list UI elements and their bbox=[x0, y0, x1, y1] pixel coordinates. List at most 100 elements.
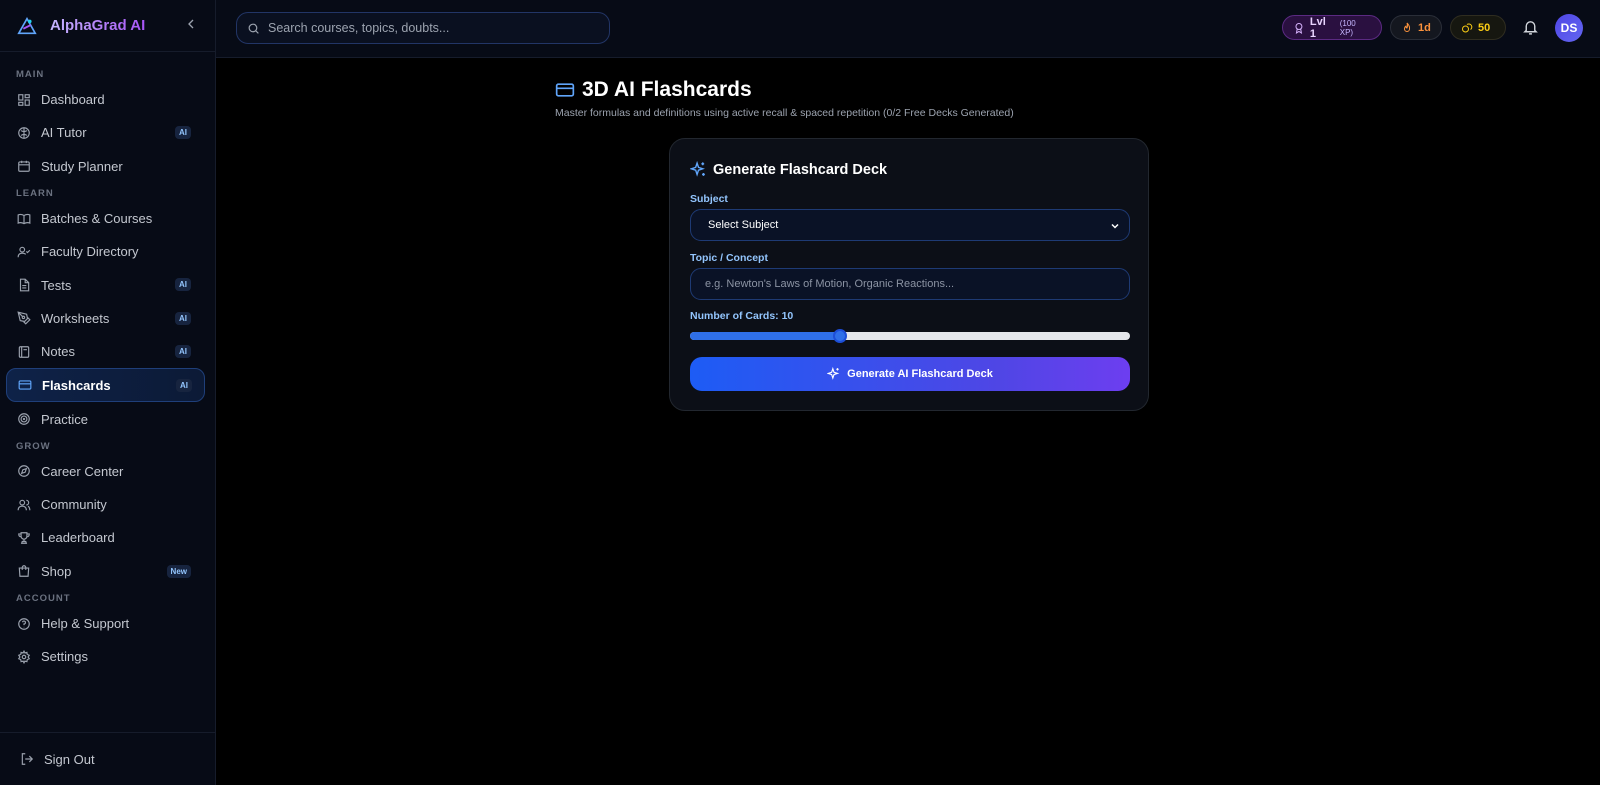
section-main: MAIN bbox=[16, 69, 45, 80]
sidebar-item-label: Notes bbox=[41, 344, 75, 360]
credit-card-icon bbox=[555, 83, 575, 97]
sidebar-item-dashboard[interactable]: Dashboard bbox=[0, 83, 208, 116]
generate-deck-card: Generate Flashcard Deck Subject Select S… bbox=[669, 138, 1149, 411]
generate-deck-button[interactable]: Generate AI Flashcard Deck bbox=[690, 357, 1130, 391]
new-badge: New bbox=[166, 564, 191, 578]
sidebar-item-faculty[interactable]: Faculty Directory bbox=[0, 235, 208, 268]
cards-count-label: Number of Cards: 10 bbox=[690, 310, 794, 322]
ai-badge: AI bbox=[175, 345, 191, 359]
sidebar-nav: MAIN Dashboard AI Tutor AI Study Planner… bbox=[0, 52, 215, 673]
brain-icon bbox=[18, 127, 30, 139]
sidebar-item-notes[interactable]: Notes AI bbox=[0, 335, 208, 368]
sidebar-item-ai-tutor[interactable]: AI Tutor AI bbox=[0, 116, 208, 149]
sidebar-item-help[interactable]: Help & Support bbox=[0, 607, 208, 640]
sidebar-item-label: Faculty Directory bbox=[41, 244, 139, 260]
sidebar-item-career[interactable]: Career Center bbox=[0, 455, 208, 488]
section-grow: GROW bbox=[16, 440, 51, 452]
award-icon bbox=[1295, 22, 1303, 34]
search-box[interactable] bbox=[236, 12, 610, 44]
sign-out-label: Sign Out bbox=[44, 751, 95, 767]
user-check-icon bbox=[17, 246, 31, 258]
sidebar-item-leaderboard[interactable]: Leaderboard bbox=[0, 521, 208, 554]
coins-label: 50 bbox=[1478, 21, 1491, 34]
sidebar-item-community[interactable]: Community bbox=[0, 488, 208, 521]
sidebar-item-study-planner[interactable]: Study Planner bbox=[0, 150, 208, 183]
level-badge[interactable]: Lvl 1 (100 XP) bbox=[1282, 15, 1382, 40]
search-input[interactable] bbox=[268, 21, 588, 35]
sidebar-item-label: Help & Support bbox=[41, 616, 130, 631]
sidebar-item-label: Worksheets bbox=[41, 310, 110, 326]
sidebar-item-worksheets[interactable]: Worksheets AI bbox=[0, 302, 208, 335]
sidebar-item-label: Practice bbox=[41, 411, 88, 427]
sidebar-item-practice[interactable]: Practice bbox=[0, 402, 208, 435]
topic-label: Topic / Concept bbox=[690, 252, 768, 264]
log-out-icon bbox=[21, 753, 34, 765]
sidebar-item-label: Community bbox=[41, 497, 107, 513]
page-title: 3D AI Flashcards bbox=[555, 78, 1014, 102]
section-account: ACCOUNT bbox=[16, 592, 71, 604]
credit-card-icon bbox=[18, 380, 32, 391]
sidebar-item-label: Shop bbox=[41, 563, 72, 579]
brand-logo-icon bbox=[17, 16, 37, 34]
help-circle-icon bbox=[18, 617, 30, 630]
sparkles-icon bbox=[690, 161, 705, 177]
section-learn: LEARN bbox=[16, 187, 54, 199]
sidebar-item-flashcards[interactable]: Flashcards AI bbox=[6, 368, 205, 403]
chevron-down-icon bbox=[1111, 223, 1119, 229]
cards-slider[interactable] bbox=[690, 329, 1130, 343]
sidebar-item-label: Flashcards bbox=[42, 377, 111, 393]
level-label: Lvl 1 bbox=[1309, 15, 1326, 40]
book-open-icon bbox=[17, 213, 31, 224]
streak-badge[interactable]: 1d bbox=[1390, 15, 1442, 40]
sign-out-button[interactable]: Sign Out bbox=[0, 732, 216, 785]
page-header: 3D AI Flashcards Master formulas and def… bbox=[555, 78, 1014, 119]
sidebar-item-label: Tests bbox=[41, 277, 72, 293]
sidebar-item-tests[interactable]: Tests AI bbox=[0, 268, 208, 301]
generate-deck-button-label: Generate AI Flashcard Deck bbox=[847, 368, 993, 380]
sparkles-icon bbox=[827, 367, 840, 380]
ai-badge: AI bbox=[175, 311, 191, 325]
card-title-text: Generate Flashcard Deck bbox=[713, 161, 888, 178]
pen-tool-icon bbox=[17, 311, 31, 326]
avatar[interactable]: DS bbox=[1555, 14, 1583, 42]
sidebar-item-settings[interactable]: Settings bbox=[0, 640, 208, 673]
page-subtitle: Master formulas and definitions using ac… bbox=[555, 107, 1014, 119]
compass-icon bbox=[18, 465, 30, 478]
streak-label: 1d bbox=[1418, 21, 1431, 34]
bell-icon[interactable] bbox=[1522, 19, 1539, 36]
sidebar-item-label: Dashboard bbox=[41, 92, 105, 108]
sidebar-item-label: Settings bbox=[41, 649, 88, 665]
file-text-icon bbox=[19, 278, 30, 292]
sidebar-item-batches[interactable]: Batches & Courses bbox=[0, 202, 208, 235]
sidebar-item-shop[interactable]: Shop New bbox=[0, 555, 208, 588]
sidebar: AlphaGrad AI MAIN Dashboard AI Tutor AI … bbox=[0, 0, 216, 785]
trophy-icon bbox=[18, 532, 30, 544]
topbar: Lvl 1 (100 XP) 1d 50 DS bbox=[216, 0, 1600, 58]
cards-slider-fill bbox=[690, 332, 840, 340]
ai-badge: AI bbox=[175, 126, 191, 140]
xp-label: (100 XP) bbox=[1339, 18, 1356, 37]
flame-icon bbox=[1403, 22, 1411, 32]
coins-badge[interactable]: 50 bbox=[1450, 15, 1506, 40]
notebook-icon bbox=[18, 345, 30, 358]
target-icon bbox=[18, 413, 30, 425]
gear-icon bbox=[17, 649, 31, 664]
subject-select[interactable]: Select Subject bbox=[690, 209, 1130, 241]
search-icon bbox=[248, 23, 259, 34]
subject-select-value: Select Subject bbox=[708, 219, 779, 231]
chevron-left-icon[interactable] bbox=[183, 16, 199, 32]
users-icon bbox=[17, 499, 31, 510]
app-root: AlphaGrad AI MAIN Dashboard AI Tutor AI … bbox=[0, 0, 1600, 785]
sidebar-item-label: Career Center bbox=[41, 463, 124, 479]
ai-badge: AI bbox=[176, 379, 192, 393]
page-title-text: 3D AI Flashcards bbox=[582, 78, 752, 101]
cards-slider-thumb[interactable] bbox=[832, 329, 847, 343]
dashboard-icon bbox=[18, 93, 30, 106]
sidebar-item-label: AI Tutor bbox=[41, 125, 87, 141]
shopping-bag-icon bbox=[18, 565, 30, 578]
subject-label: Subject bbox=[690, 193, 728, 205]
sidebar-item-label: Study Planner bbox=[41, 158, 123, 174]
calendar-icon bbox=[18, 160, 30, 173]
topic-input[interactable] bbox=[690, 268, 1130, 300]
ai-badge: AI bbox=[175, 278, 191, 292]
